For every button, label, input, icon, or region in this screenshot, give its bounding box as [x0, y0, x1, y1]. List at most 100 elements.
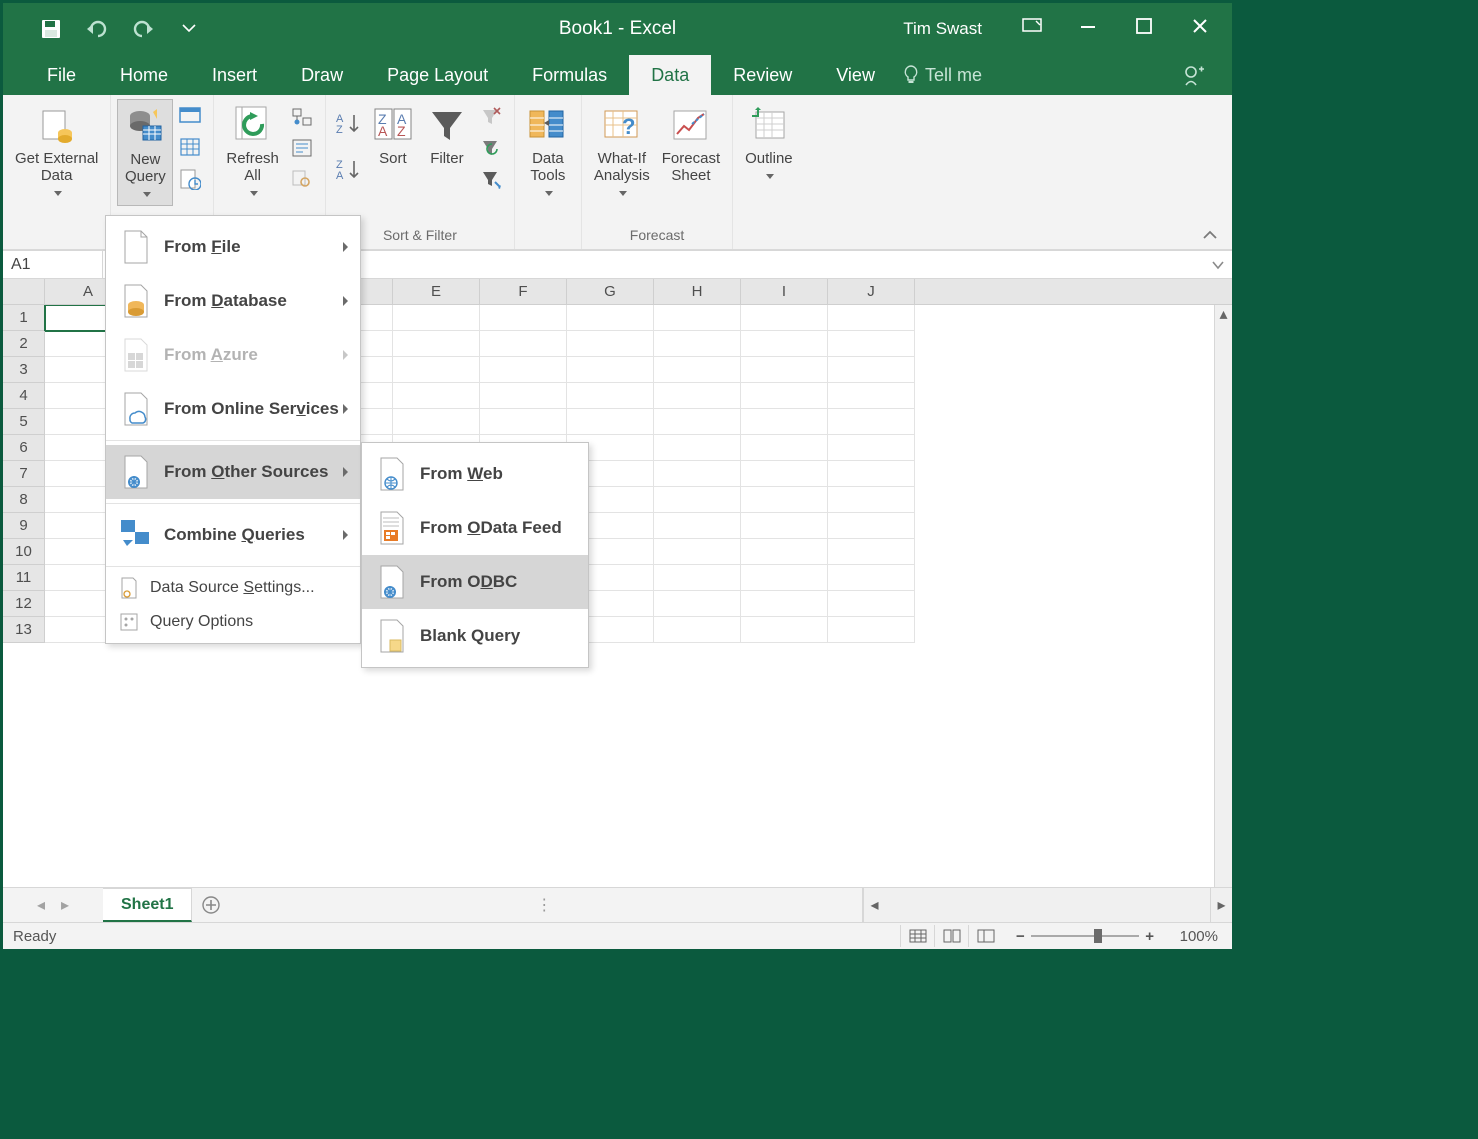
- next-sheet-icon[interactable]: ▸: [61, 895, 69, 915]
- collapse-ribbon-button[interactable]: [1198, 225, 1222, 245]
- menu-from-other-sources[interactable]: From Other Sources: [106, 445, 360, 499]
- row-header[interactable]: 2: [3, 331, 45, 357]
- menu-from-odata[interactable]: From OData Feed: [362, 501, 588, 555]
- show-queries-button[interactable]: [176, 103, 204, 131]
- col-header[interactable]: F: [480, 279, 567, 304]
- col-header[interactable]: I: [741, 279, 828, 304]
- menu-combine-queries[interactable]: Combine Queries: [106, 508, 360, 562]
- redo-button[interactable]: [127, 13, 159, 45]
- minimize-button[interactable]: [1060, 3, 1116, 49]
- row-header[interactable]: 6: [3, 435, 45, 461]
- cell[interactable]: [393, 409, 480, 435]
- cell[interactable]: [741, 513, 828, 539]
- cell[interactable]: [741, 461, 828, 487]
- cell[interactable]: [393, 331, 480, 357]
- maximize-button[interactable]: [1116, 3, 1172, 49]
- row-header[interactable]: 5: [3, 409, 45, 435]
- cell[interactable]: [654, 383, 741, 409]
- cell[interactable]: [741, 539, 828, 565]
- menu-blank-query[interactable]: Blank Query: [362, 609, 588, 663]
- tab-data[interactable]: Data: [629, 55, 711, 95]
- tab-insert[interactable]: Insert: [190, 55, 279, 95]
- cell[interactable]: [828, 487, 915, 513]
- menu-from-web[interactable]: From Web: [362, 447, 588, 501]
- scroll-right-button[interactable]: ▸: [1210, 888, 1232, 922]
- ribbon-display-button[interactable]: [1004, 3, 1060, 49]
- row-header[interactable]: 8: [3, 487, 45, 513]
- edit-links-button[interactable]: [288, 165, 316, 193]
- row-header[interactable]: 9: [3, 513, 45, 539]
- hscroll-track[interactable]: [885, 888, 1210, 922]
- zoom-thumb[interactable]: [1094, 929, 1102, 943]
- whatif-button[interactable]: ? What-If Analysis: [588, 99, 656, 204]
- cell[interactable]: [654, 591, 741, 617]
- cell[interactable]: [828, 617, 915, 643]
- share-button[interactable]: [1172, 55, 1218, 95]
- refresh-all-button[interactable]: Refresh All: [220, 99, 285, 204]
- get-external-data-button[interactable]: Get External Data: [9, 99, 104, 204]
- cell[interactable]: [828, 591, 915, 617]
- col-header[interactable]: H: [654, 279, 741, 304]
- outline-button[interactable]: Outline: [739, 99, 799, 187]
- cell[interactable]: [480, 383, 567, 409]
- zoom-out-button[interactable]: −: [1010, 928, 1031, 945]
- from-table-button[interactable]: [176, 134, 204, 162]
- user-name[interactable]: Tim Swast: [903, 19, 982, 39]
- menu-from-online[interactable]: From Online Services: [106, 382, 360, 436]
- row-header[interactable]: 13: [3, 617, 45, 643]
- cell[interactable]: [828, 305, 915, 331]
- cell[interactable]: [741, 435, 828, 461]
- name-box[interactable]: A1: [3, 251, 103, 278]
- col-header[interactable]: G: [567, 279, 654, 304]
- new-sheet-button[interactable]: [192, 888, 230, 922]
- row-header[interactable]: 10: [3, 539, 45, 565]
- row-header[interactable]: 3: [3, 357, 45, 383]
- cell[interactable]: [741, 591, 828, 617]
- qat-customize-button[interactable]: [173, 13, 205, 45]
- row-header[interactable]: 7: [3, 461, 45, 487]
- cell[interactable]: [654, 331, 741, 357]
- cell[interactable]: [480, 305, 567, 331]
- scroll-up-button[interactable]: ▴: [1215, 305, 1232, 323]
- tab-home[interactable]: Home: [98, 55, 190, 95]
- tab-draw[interactable]: Draw: [279, 55, 365, 95]
- cell[interactable]: [567, 357, 654, 383]
- sheet-tab[interactable]: Sheet1: [103, 888, 192, 922]
- zoom-track[interactable]: [1031, 935, 1139, 937]
- row-header[interactable]: 11: [3, 565, 45, 591]
- cell[interactable]: [654, 487, 741, 513]
- cell[interactable]: [741, 331, 828, 357]
- cell[interactable]: [828, 357, 915, 383]
- tab-file[interactable]: File: [25, 55, 98, 95]
- cell[interactable]: [828, 565, 915, 591]
- prev-sheet-icon[interactable]: ◂: [37, 895, 45, 915]
- cell[interactable]: [654, 357, 741, 383]
- cell[interactable]: [741, 565, 828, 591]
- cell[interactable]: [654, 409, 741, 435]
- cell[interactable]: [828, 435, 915, 461]
- cell[interactable]: [654, 513, 741, 539]
- cell[interactable]: [741, 617, 828, 643]
- cell[interactable]: [828, 331, 915, 357]
- cell[interactable]: [567, 409, 654, 435]
- row-header[interactable]: 12: [3, 591, 45, 617]
- zoom-label[interactable]: 100%: [1168, 928, 1222, 945]
- horizontal-scrollbar[interactable]: ◂ ▸: [862, 888, 1232, 922]
- data-tools-button[interactable]: Data Tools: [521, 99, 575, 204]
- advanced-filter-button[interactable]: [477, 165, 505, 193]
- menu-from-database[interactable]: From Database: [106, 274, 360, 328]
- cell[interactable]: [654, 617, 741, 643]
- cell[interactable]: [393, 357, 480, 383]
- cell[interactable]: [741, 487, 828, 513]
- cell[interactable]: [654, 461, 741, 487]
- cell[interactable]: [741, 409, 828, 435]
- sheet-nav[interactable]: ◂ ▸: [3, 888, 103, 922]
- cell[interactable]: [828, 513, 915, 539]
- normal-view-button[interactable]: [900, 925, 934, 947]
- menu-from-odbc[interactable]: From ODBC: [362, 555, 588, 609]
- tab-view[interactable]: View: [814, 55, 897, 95]
- cell[interactable]: [654, 565, 741, 591]
- filter-button[interactable]: Filter: [420, 99, 474, 169]
- undo-button[interactable]: [81, 13, 113, 45]
- page-break-view-button[interactable]: [968, 925, 1002, 947]
